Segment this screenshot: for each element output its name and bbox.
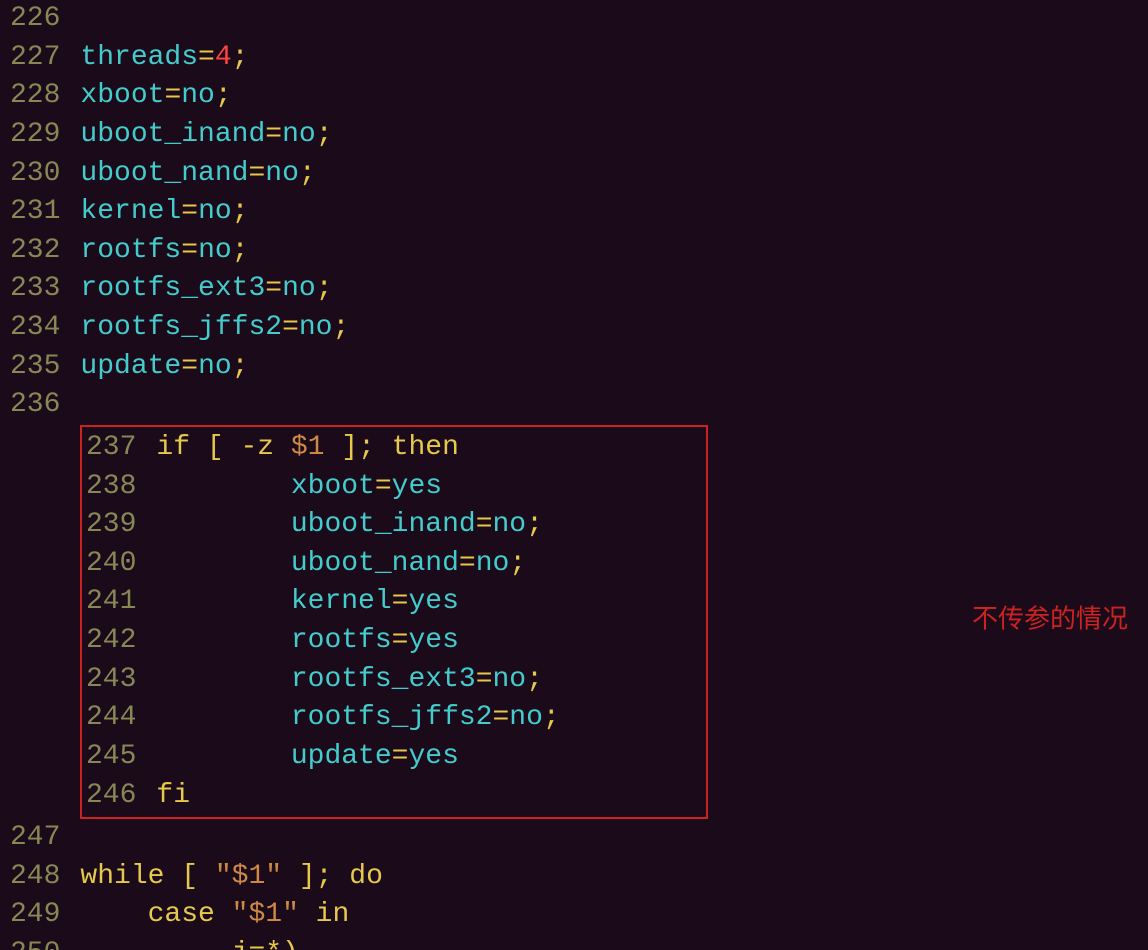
code-line-229: 229 uboot_inand=no; bbox=[0, 116, 1148, 155]
code-line-226: 226 bbox=[0, 0, 1148, 39]
code-line-227: 227 threads=4; bbox=[0, 39, 1148, 78]
code-line-228: 228 xboot=no; bbox=[0, 77, 1148, 116]
code-line-239: 239 uboot_inand=no; bbox=[82, 506, 706, 545]
code-line-238: 238 xboot=yes bbox=[82, 468, 706, 507]
line-numbers-col bbox=[0, 425, 80, 819]
code-line-242: 242 rootfs=yes bbox=[82, 622, 706, 661]
code-line-248: 248 while [ "$1" ]; do bbox=[0, 858, 1148, 897]
code-line-233: 233 rootfs_ext3=no; bbox=[0, 270, 1148, 309]
code-line-235: 235 update=no; bbox=[0, 348, 1148, 387]
code-line-236: 236 bbox=[0, 386, 1148, 425]
code-line-250: 250 -j=*) bbox=[0, 935, 1148, 950]
highlight-wrapper: 237 if [ -z $1 ]; then 238 xboot=yes 239… bbox=[80, 425, 1148, 819]
code-line-244: 244 rootfs_jffs2=no; bbox=[82, 699, 706, 738]
code-line-246: 246 fi bbox=[82, 777, 706, 816]
code-line-245: 245 update=yes bbox=[82, 738, 706, 777]
highlight-box: 237 if [ -z $1 ]; then 238 xboot=yes 239… bbox=[80, 425, 708, 819]
code-line-230: 230 uboot_nand=no; bbox=[0, 155, 1148, 194]
code-line-232: 232 rootfs=no; bbox=[0, 232, 1148, 271]
code-line-231: 231 kernel=no; bbox=[0, 193, 1148, 232]
code-line-243: 243 rootfs_ext3=no; bbox=[82, 661, 706, 700]
code-line-241: 241 kernel=yes bbox=[82, 583, 706, 622]
code-line-237: 237 if [ -z $1 ]; then bbox=[82, 429, 706, 468]
annotation-label: 不传参的情况 bbox=[972, 603, 1128, 642]
code-editor: 226 227 threads=4; 228 xboot=no; 229 ubo… bbox=[0, 0, 1148, 950]
highlight-section: 237 if [ -z $1 ]; then 238 xboot=yes 239… bbox=[0, 425, 1148, 819]
code-line-240: 240 uboot_nand=no; bbox=[82, 545, 706, 584]
code-line-234: 234 rootfs_jffs2=no; bbox=[0, 309, 1148, 348]
code-line-247: 247 bbox=[0, 819, 1148, 858]
code-line-249: 249 case "$1" in bbox=[0, 896, 1148, 935]
